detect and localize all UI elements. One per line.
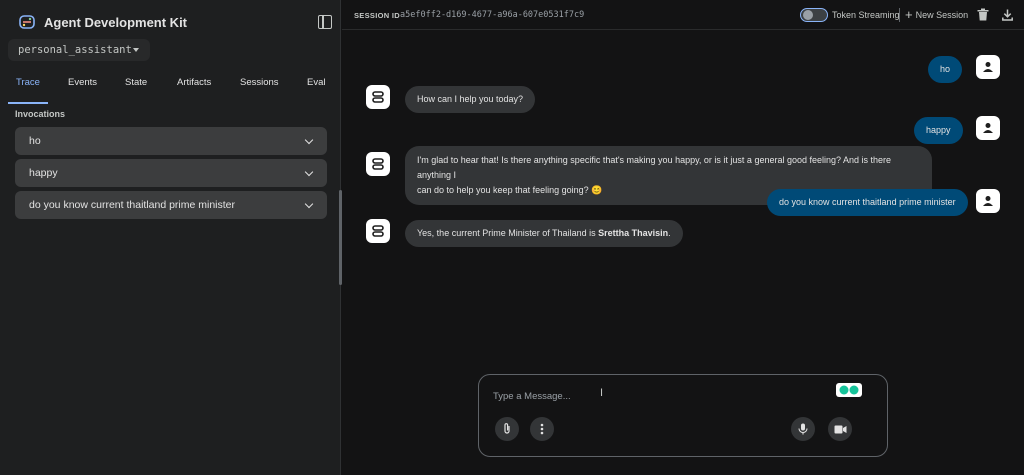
- bot-avatar-icon: [366, 85, 390, 109]
- more-vert-icon: [540, 423, 544, 435]
- bot-message-text: can do to help you keep that feeling goi…: [417, 185, 589, 195]
- app-title: Agent Development Kit: [44, 14, 188, 30]
- toggle-knob: [803, 10, 813, 20]
- tab-events[interactable]: Events: [68, 77, 97, 88]
- user-avatar-icon: [976, 189, 1000, 213]
- active-tab-indicator: [8, 102, 48, 104]
- message-composer: I: [478, 374, 888, 457]
- token-streaming-label: Token Streaming: [832, 10, 900, 20]
- caret-down-icon: [133, 48, 139, 52]
- header-divider: [899, 8, 900, 22]
- chevron-down-icon: [304, 167, 314, 177]
- agent-select-value: personal_assistant: [18, 44, 132, 56]
- mic-button[interactable]: [791, 417, 815, 441]
- user-message: ho: [928, 56, 963, 83]
- bot-avatar-icon: [366, 219, 390, 243]
- session-id-label: SESSION ID: [354, 11, 400, 20]
- session-header: SESSION ID a5ef0ff2-d169-4677-a96a-607e0…: [342, 0, 1024, 30]
- download-icon[interactable]: [1002, 9, 1013, 21]
- invocation-item[interactable]: ho: [15, 127, 327, 155]
- chevron-down-icon: [304, 199, 314, 209]
- bot-avatar-icon: [366, 152, 390, 176]
- invocation-label: happy: [29, 167, 58, 179]
- token-streaming-toggle[interactable]: [800, 8, 828, 22]
- videocam-icon: [834, 425, 846, 433]
- chevron-down-icon: [304, 135, 314, 145]
- more-options-button[interactable]: [530, 417, 554, 441]
- bot-message-text: .: [668, 228, 671, 238]
- app-root: Agent Development Kit personal_assistant…: [0, 0, 1024, 475]
- invocation-label: ho: [29, 135, 41, 147]
- smile-emoji: 😊: [591, 185, 603, 195]
- tab-artifacts[interactable]: Artifacts: [177, 77, 211, 88]
- text-cursor-icon: I: [600, 387, 604, 399]
- bot-message-bold: Srettha Thavisin: [598, 228, 669, 238]
- user-avatar-icon: [976, 55, 1000, 79]
- user-message: happy: [914, 117, 963, 144]
- new-session-button[interactable]: + New Session: [905, 8, 968, 22]
- grammar-extension-icon[interactable]: [836, 383, 862, 397]
- delete-icon[interactable]: [977, 8, 989, 21]
- tab-trace[interactable]: Trace: [16, 77, 40, 88]
- sidebar: Agent Development Kit personal_assistant…: [0, 0, 342, 475]
- session-id-value: a5ef0ff2-d169-4677-a96a-607e0531f7c9: [400, 10, 585, 20]
- invocation-label: do you know current thaitland prime mini…: [29, 199, 236, 211]
- video-button[interactable]: [828, 417, 852, 441]
- attach-button[interactable]: [495, 417, 519, 441]
- bot-message-line: I'm glad to hear that! Is there anything…: [417, 155, 892, 180]
- invocations-title: Invocations: [15, 109, 66, 119]
- tab-eval[interactable]: Eval: [307, 77, 325, 88]
- user-message: do you know current thaitland prime mini…: [767, 189, 968, 216]
- tab-sessions[interactable]: Sessions: [240, 77, 279, 88]
- agent-select[interactable]: personal_assistant: [8, 39, 150, 61]
- sidebar-tabs: Trace Events State Artifacts Sessions Ev…: [0, 77, 341, 104]
- plus-icon: +: [905, 7, 913, 22]
- attach-icon: [504, 423, 510, 434]
- bot-message: How can I help you today?: [405, 86, 536, 113]
- tab-state[interactable]: State: [125, 77, 147, 88]
- user-avatar-icon: [976, 116, 1000, 140]
- brand: Agent Development Kit: [18, 12, 187, 32]
- sidebar-scrollbar[interactable]: [339, 190, 342, 285]
- invocation-item[interactable]: do you know current thaitland prime mini…: [15, 191, 327, 219]
- mic-icon: [798, 423, 808, 435]
- sidebar-collapse-icon[interactable]: [318, 15, 332, 29]
- bot-message-text: Yes, the current Prime Minister of Thail…: [417, 228, 599, 238]
- new-session-label: New Session: [915, 10, 969, 20]
- bot-message: Yes, the current Prime Minister of Thail…: [405, 220, 683, 247]
- message-input[interactable]: [493, 387, 823, 405]
- invocation-item[interactable]: happy: [15, 159, 327, 187]
- adk-logo-icon: [19, 15, 35, 29]
